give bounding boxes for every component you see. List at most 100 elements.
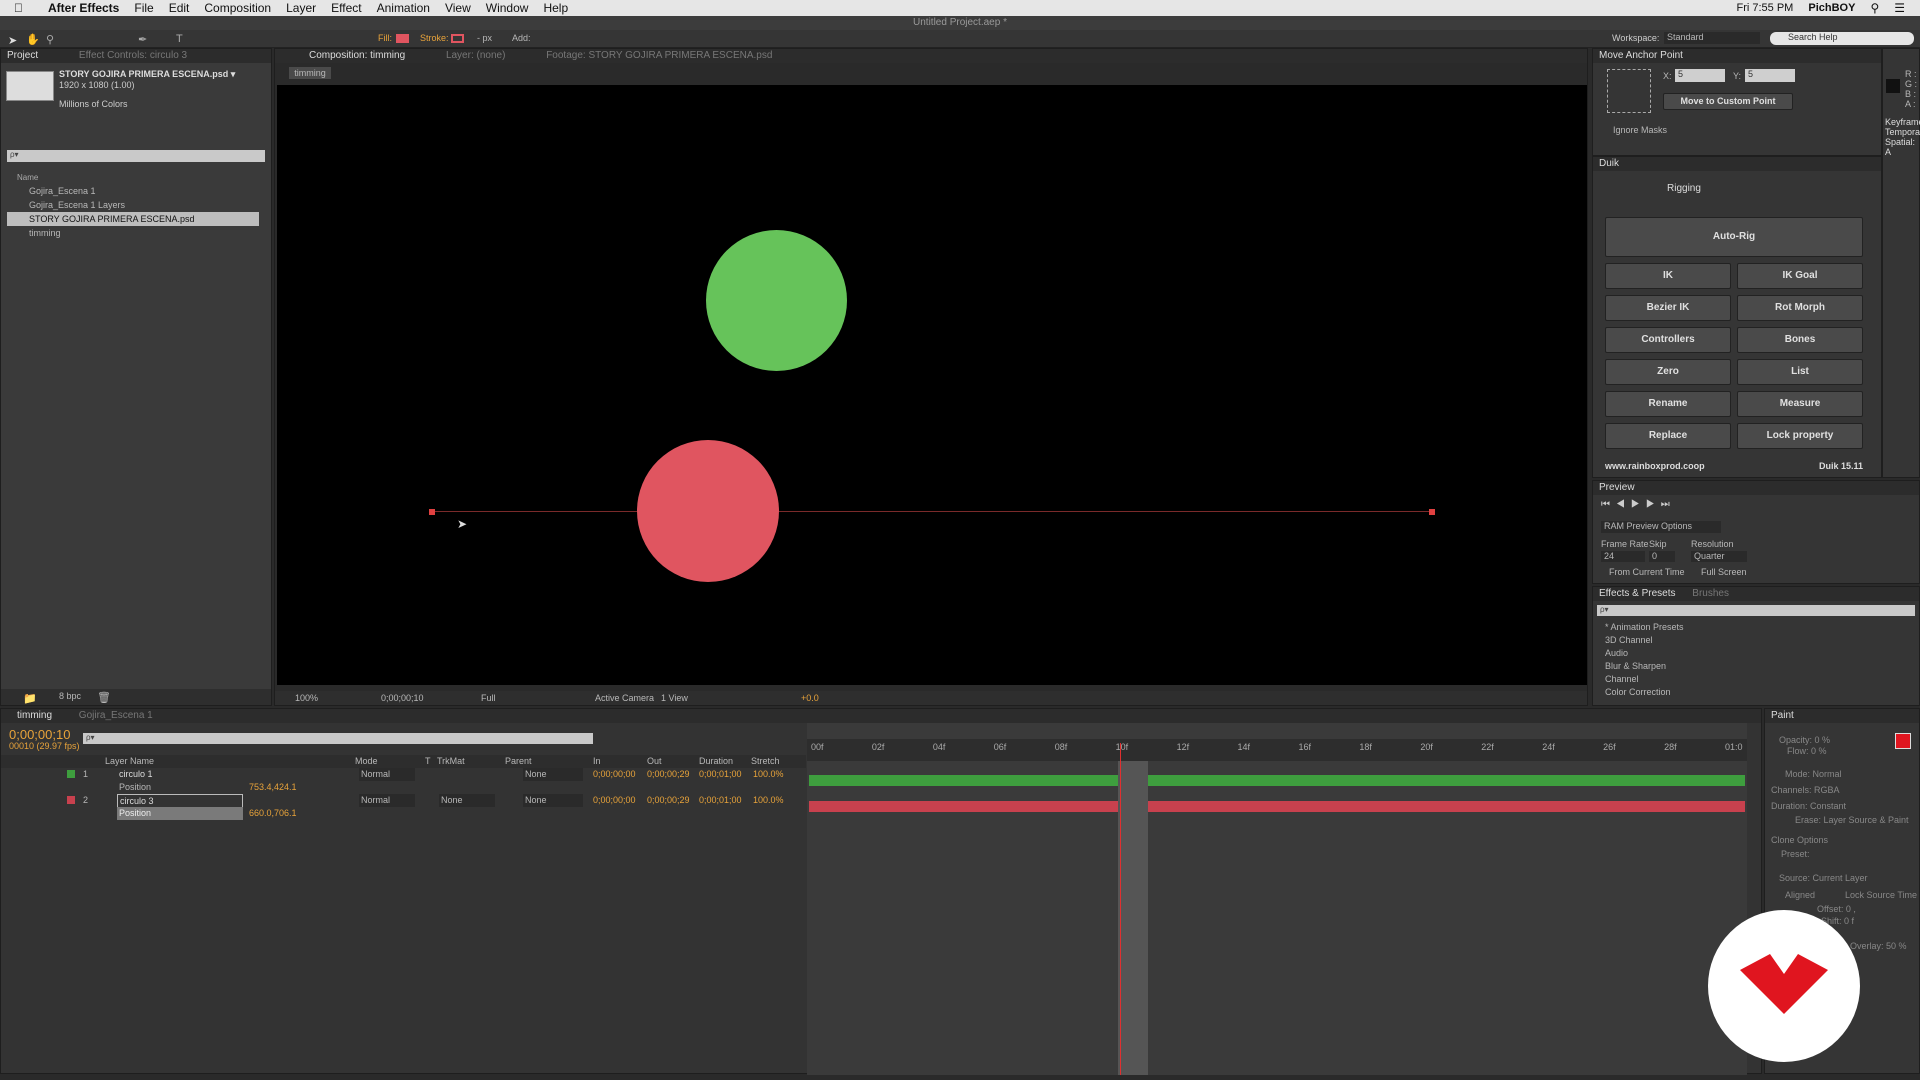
ruler-tick-label[interactable]: 20f xyxy=(1420,742,1433,752)
list-button[interactable]: List xyxy=(1737,359,1863,385)
current-timecode[interactable]: 0;00;00;10 xyxy=(9,727,70,742)
anchor-grid-icon[interactable] xyxy=(1607,69,1651,113)
rename-button[interactable]: Rename xyxy=(1605,391,1731,417)
paint-flow[interactable]: Flow: 0 % xyxy=(1787,746,1827,756)
layer-parent[interactable]: None xyxy=(523,794,583,807)
replace-button[interactable]: Replace xyxy=(1605,423,1731,449)
keyframe-start[interactable] xyxy=(429,509,435,515)
effects-category[interactable]: Color Correction xyxy=(1595,686,1905,699)
tab-effects-presets[interactable]: Effects & Presets xyxy=(1599,588,1676,599)
ruler-tick-label[interactable]: 26f xyxy=(1603,742,1616,752)
project-item[interactable]: timming xyxy=(7,226,259,240)
layer-color-label[interactable] xyxy=(67,796,75,804)
play-icon[interactable]: ▶ xyxy=(1631,499,1646,510)
header-in[interactable]: In xyxy=(593,755,601,768)
comp-timecode[interactable]: 0;00;00;10 xyxy=(381,691,424,705)
ruler-tick-label[interactable]: 10f xyxy=(1116,742,1129,752)
apple-icon[interactable]:  xyxy=(14,1,23,15)
user-name[interactable]: PichBOY xyxy=(1808,2,1855,14)
search-help-input[interactable]: Search Help xyxy=(1770,32,1914,45)
green-circle[interactable] xyxy=(706,230,847,371)
lock-property-button[interactable]: Lock property xyxy=(1737,423,1863,449)
list-icon[interactable]: ☰ xyxy=(1894,1,1905,15)
ram-preview-select[interactable]: RAM Preview Options xyxy=(1601,521,1721,533)
clone-options[interactable]: Clone Options xyxy=(1771,835,1828,845)
rot-morph-button[interactable]: Rot Morph xyxy=(1737,295,1863,321)
red-circle[interactable] xyxy=(637,440,779,582)
layer-row[interactable]: 1 circulo 1 Normal None 0;00;00;00 0;00;… xyxy=(1,768,806,781)
pen-tool-icon[interactable]: ✒ xyxy=(138,33,147,46)
workspace-select[interactable]: Standard xyxy=(1664,32,1760,44)
project-search-input[interactable]: ρ▾ xyxy=(7,150,265,162)
project-item[interactable]: Gojira_Escena 1 xyxy=(7,184,259,198)
clock[interactable]: Fri 7:55 PM xyxy=(1737,2,1794,14)
clone-source[interactable]: Source: Current Layer xyxy=(1779,873,1868,883)
add-label[interactable]: Add: xyxy=(512,33,531,43)
effects-category[interactable]: * Animation Presets xyxy=(1595,621,1905,634)
layer-row[interactable]: 2 circulo 3 Normal None None 0;00;00;00 … xyxy=(1,794,806,809)
folder-icon[interactable]: 📁 xyxy=(23,692,37,705)
clone-aligned[interactable]: Aligned xyxy=(1785,890,1815,900)
project-item[interactable]: Gojira_Escena 1 Layers xyxy=(7,198,259,212)
resolution-select[interactable]: Full xyxy=(481,691,496,705)
layer-stretch[interactable]: 100.0% xyxy=(753,794,784,807)
controllers-button[interactable]: Controllers xyxy=(1605,327,1731,353)
menu-edit[interactable]: Edit xyxy=(169,1,190,15)
ruler-tick-label[interactable]: 28f xyxy=(1664,742,1677,752)
comp-subtab[interactable]: timming xyxy=(289,67,331,79)
tab-timming[interactable]: timming xyxy=(17,710,52,721)
comp-canvas[interactable]: ➤ xyxy=(277,85,1587,685)
layer-trkmat[interactable]: None xyxy=(439,794,495,807)
effects-category[interactable]: Channel xyxy=(1595,673,1905,686)
paint-foreground-color[interactable] xyxy=(1895,733,1911,749)
menu-window[interactable]: Window xyxy=(486,1,529,15)
menu-view[interactable]: View xyxy=(445,1,471,15)
camera-select[interactable]: Active Camera xyxy=(595,691,654,705)
exposure-value[interactable]: +0.0 xyxy=(801,691,819,705)
skip-select[interactable]: 0 xyxy=(1649,551,1675,562)
tab-gojira[interactable]: Gojira_Escena 1 xyxy=(79,710,153,721)
clone-lock-source[interactable]: Lock Source Time xyxy=(1845,890,1917,900)
tab-brushes[interactable]: Brushes xyxy=(1692,588,1729,599)
ik-goal-button[interactable]: IK Goal xyxy=(1737,263,1863,289)
header-parent[interactable]: Parent xyxy=(505,755,532,768)
header-t[interactable]: T xyxy=(425,755,431,768)
preview-tab[interactable]: Preview xyxy=(1593,481,1919,495)
anchor-y-input[interactable]: 5 xyxy=(1745,69,1795,82)
stroke-width[interactable]: - px xyxy=(477,33,492,43)
ruler-tick-label[interactable]: 01:0 xyxy=(1725,742,1743,752)
effects-search-input[interactable]: ρ▾ xyxy=(1597,605,1915,616)
zoom-tool-icon[interactable]: ⚲ xyxy=(46,33,54,46)
layer-duration[interactable]: 0;00;01;00 xyxy=(699,794,742,807)
property-name[interactable]: Position xyxy=(117,807,243,820)
menu-effect[interactable]: Effect xyxy=(331,1,361,15)
tab-composition[interactable]: Composition: timming xyxy=(309,50,405,61)
layer-out[interactable]: 0;00;00;29 xyxy=(647,768,690,781)
layer-bar-1[interactable] xyxy=(809,775,1745,786)
time-graph[interactable]: 00f 02f 04f 06f 08f 10f 12f 14f 16f 18f 20f 22f 24f 2… xyxy=(807,723,1747,1075)
next-frame-icon[interactable]: ▶ xyxy=(1646,499,1661,510)
property-row[interactable]: Position 753.4,424.1 xyxy=(1,781,806,794)
ruler-tick-label[interactable]: 14f xyxy=(1238,742,1251,752)
autorig-button[interactable]: Auto-Rig xyxy=(1605,217,1863,257)
ruler-tick-label[interactable]: 12f xyxy=(1177,742,1190,752)
header-duration[interactable]: Duration xyxy=(699,755,733,768)
menu-animation[interactable]: Animation xyxy=(377,1,430,15)
paint-opacity[interactable]: Opacity: 0 % xyxy=(1779,735,1830,745)
time-ruler[interactable]: 00f 02f 04f 06f 08f 10f 12f 14f 16f 18f 20f 22f 24f 2… xyxy=(807,739,1747,761)
paint-erase[interactable]: Erase: Layer Source & Paint xyxy=(1795,815,1909,825)
tab-footage[interactable]: Footage: STORY GOJIRA PRIMERA ESCENA.psd xyxy=(546,50,772,61)
bpc-label[interactable]: 8 bpc xyxy=(59,691,81,701)
menu-composition[interactable]: Composition xyxy=(204,1,271,15)
effects-category[interactable]: Blur & Sharpen xyxy=(1595,660,1905,673)
measure-button[interactable]: Measure xyxy=(1737,391,1863,417)
property-row[interactable]: Position 660.0,706.1 xyxy=(1,807,806,820)
paint-channels[interactable]: Channels: RGBA xyxy=(1771,785,1840,795)
views-select[interactable]: 1 View xyxy=(661,691,688,705)
prev-frame-icon[interactable]: ◀ xyxy=(1616,499,1631,510)
ignore-masks-checkbox[interactable]: Ignore Masks xyxy=(1613,125,1667,135)
layer-bar-2[interactable] xyxy=(809,801,1745,812)
layer-duration[interactable]: 0;00;01;00 xyxy=(699,768,742,781)
text-tool-icon[interactable]: T xyxy=(176,33,183,45)
move-custom-point-button[interactable]: Move to Custom Point xyxy=(1663,93,1793,110)
